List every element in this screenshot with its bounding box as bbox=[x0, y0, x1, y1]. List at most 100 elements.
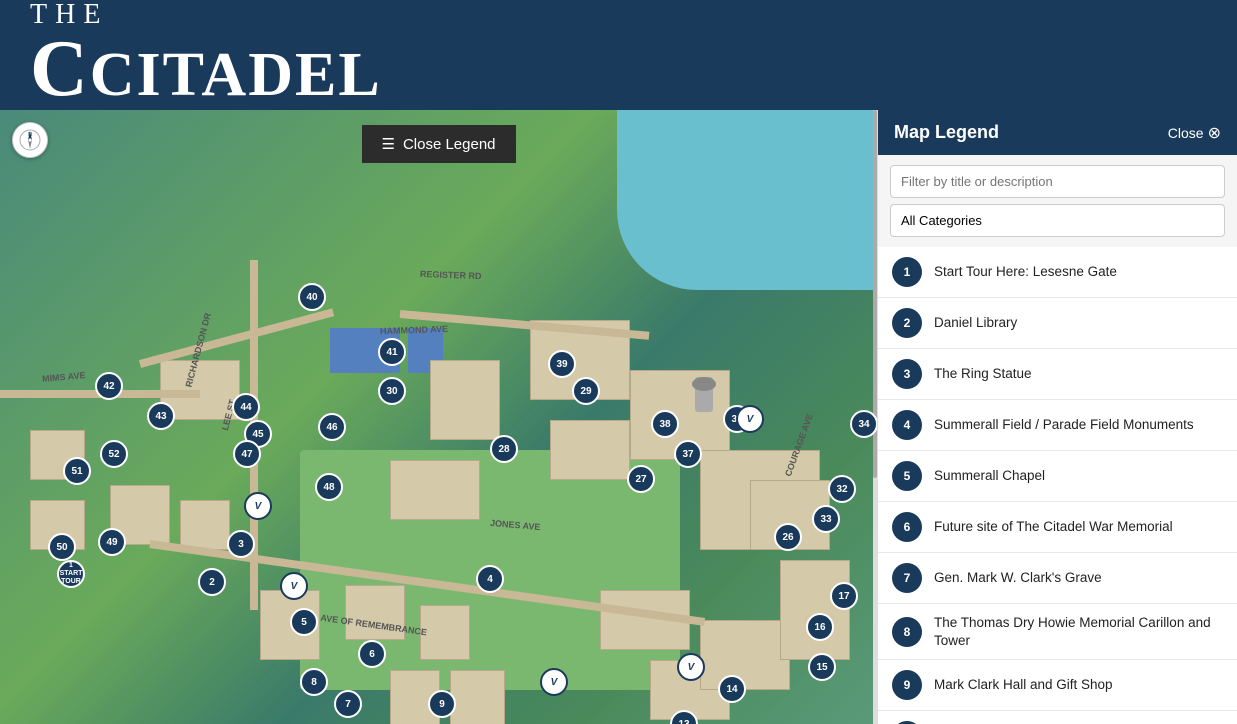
close-label: Close bbox=[1168, 125, 1204, 141]
marker-16[interactable]: 16 bbox=[806, 613, 834, 641]
legend-item-label: Future site of The Citadel War Memorial bbox=[934, 518, 1173, 536]
road-diag1 bbox=[139, 308, 334, 367]
main-content: MIMS AVE HAMMOND AVE REGISTER RD RICHARD… bbox=[0, 110, 1237, 724]
legend-item[interactable]: 4 Summerall Field / Parade Field Monument… bbox=[878, 400, 1237, 451]
filter-input[interactable] bbox=[890, 165, 1225, 198]
marker-3[interactable]: 3 bbox=[227, 530, 255, 558]
marker-46[interactable]: 46 bbox=[318, 413, 346, 441]
legend-item-number: 3 bbox=[892, 359, 922, 389]
map-background: MIMS AVE HAMMOND AVE REGISTER RD RICHARD… bbox=[0, 110, 877, 724]
marker-52[interactable]: 52 bbox=[100, 440, 128, 468]
legend-item[interactable]: 6 Future site of The Citadel War Memorial bbox=[878, 502, 1237, 553]
category-select[interactable]: All Categories bbox=[890, 204, 1225, 237]
legend-item[interactable]: 5 Summerall Chapel bbox=[878, 451, 1237, 502]
legend-item[interactable]: 10The Canteen bbox=[878, 711, 1237, 724]
building-7 bbox=[550, 420, 630, 480]
marker-29[interactable]: 29 bbox=[572, 377, 600, 405]
legend-item-number: 2 bbox=[892, 308, 922, 338]
marker-15[interactable]: 15 bbox=[808, 653, 836, 681]
marker-1[interactable]: 1STARTTOUR bbox=[57, 560, 85, 588]
logo-text: THE CCITADEL bbox=[30, 1, 382, 109]
close-legend-button[interactable]: ☰ Close Legend bbox=[361, 125, 515, 163]
water-tower-top bbox=[692, 377, 716, 391]
legend-item-label: Start Tour Here: Lesesne Gate bbox=[934, 263, 1117, 281]
building-4 bbox=[390, 460, 480, 520]
marker-14[interactable]: 14 bbox=[718, 675, 746, 703]
header: THE CCITADEL bbox=[0, 0, 1237, 110]
marker-26[interactable]: 26 bbox=[774, 523, 802, 551]
logo-c: C bbox=[30, 25, 90, 113]
road-label-register: REGISTER RD bbox=[420, 269, 482, 281]
legend-item-number: 5 bbox=[892, 461, 922, 491]
close-legend-label: Close Legend bbox=[403, 136, 496, 153]
marker-4[interactable]: 4 bbox=[476, 565, 504, 593]
v-marker-5[interactable]: V bbox=[736, 405, 764, 433]
legend-item[interactable]: 9 Mark Clark Hall and Gift Shop bbox=[878, 660, 1237, 711]
marker-32[interactable]: 32 bbox=[828, 475, 856, 503]
building-13 bbox=[700, 620, 790, 690]
legend-item-label: Mark Clark Hall and Gift Shop bbox=[934, 676, 1113, 694]
marker-47[interactable]: 47 bbox=[233, 440, 261, 468]
v-marker-1[interactable]: V bbox=[280, 572, 308, 600]
legend-item-label: Daniel Library bbox=[934, 314, 1017, 332]
compass: N bbox=[12, 122, 48, 158]
compass-icon: N bbox=[19, 129, 41, 151]
marker-48[interactable]: 48 bbox=[315, 473, 343, 501]
v-marker-3[interactable]: V bbox=[540, 668, 568, 696]
marker-42[interactable]: 42 bbox=[95, 372, 123, 400]
svg-text:N: N bbox=[28, 132, 32, 138]
marker-17[interactable]: 17 bbox=[830, 582, 858, 610]
close-circle-icon: ⊗ bbox=[1208, 123, 1221, 143]
marker-5[interactable]: 5 bbox=[290, 608, 318, 636]
legend-item-number: 6 bbox=[892, 512, 922, 542]
legend-item[interactable]: 8The Thomas Dry Howie Memorial Carillon … bbox=[878, 604, 1237, 660]
marker-27[interactable]: 27 bbox=[627, 465, 655, 493]
legend-item-number: 9 bbox=[892, 670, 922, 700]
marker-37[interactable]: 37 bbox=[674, 440, 702, 468]
marker-41[interactable]: 41 bbox=[378, 338, 406, 366]
v-marker-2[interactable]: V bbox=[244, 492, 272, 520]
building-5 bbox=[430, 360, 500, 440]
marker-30[interactable]: 30 bbox=[378, 377, 406, 405]
legend-item-number: 1 bbox=[892, 257, 922, 287]
marker-43[interactable]: 43 bbox=[147, 402, 175, 430]
legend-item-label: Summerall Field / Parade Field Monuments bbox=[934, 416, 1194, 434]
legend-item[interactable]: 2 Daniel Library bbox=[878, 298, 1237, 349]
legend-panel: Map Legend Close ⊗ All Categories 1 Start… bbox=[877, 110, 1237, 724]
marker-2[interactable]: 2 bbox=[198, 568, 226, 596]
marker-9[interactable]: 9 bbox=[428, 690, 456, 718]
legend-item-number: 4 bbox=[892, 410, 922, 440]
map-area[interactable]: MIMS AVE HAMMOND AVE REGISTER RD RICHARD… bbox=[0, 110, 877, 724]
legend-item-label: Gen. Mark W. Clark's Grave bbox=[934, 569, 1102, 587]
building-19 bbox=[420, 605, 470, 660]
building-14 bbox=[780, 560, 850, 660]
marker-51[interactable]: 51 bbox=[63, 457, 91, 485]
legend-item[interactable]: 1 Start Tour Here: Lesesne Gate bbox=[878, 247, 1237, 298]
legend-item-label: The Ring Statue bbox=[934, 365, 1032, 383]
legend-list: 1 Start Tour Here: Lesesne Gate 2 Daniel Li… bbox=[878, 247, 1237, 724]
logo-citadel: CCITADEL bbox=[30, 29, 382, 109]
road-label-mims: MIMS AVE bbox=[42, 370, 86, 384]
legend-title: Map Legend bbox=[894, 122, 999, 143]
building-2 bbox=[180, 500, 230, 550]
legend-item[interactable]: 7 Gen. Mark W. Clark's Grave bbox=[878, 553, 1237, 604]
legend-item[interactable]: 3 The Ring Statue bbox=[878, 349, 1237, 400]
marker-40[interactable]: 40 bbox=[298, 283, 326, 311]
legend-item-number: 7 bbox=[892, 563, 922, 593]
marker-34[interactable]: 34 bbox=[850, 410, 877, 438]
marker-38[interactable]: 38 bbox=[651, 410, 679, 438]
marker-44[interactable]: 44 bbox=[232, 393, 260, 421]
marker-49[interactable]: 49 bbox=[98, 528, 126, 556]
marker-28[interactable]: 28 bbox=[490, 435, 518, 463]
marker-6[interactable]: 6 bbox=[358, 640, 386, 668]
legend-item-label: Summerall Chapel bbox=[934, 467, 1045, 485]
marker-39[interactable]: 39 bbox=[548, 350, 576, 378]
marker-50[interactable]: 50 bbox=[48, 533, 76, 561]
marker-33[interactable]: 33 bbox=[812, 505, 840, 533]
marker-7[interactable]: 7 bbox=[334, 690, 362, 718]
legend-close-button[interactable]: Close ⊗ bbox=[1168, 123, 1221, 143]
building-20 bbox=[450, 670, 505, 724]
legend-item-label: The Thomas Dry Howie Memorial Carillon a… bbox=[934, 614, 1223, 649]
marker-8[interactable]: 8 bbox=[300, 668, 328, 696]
v-marker-4[interactable]: V bbox=[677, 653, 705, 681]
